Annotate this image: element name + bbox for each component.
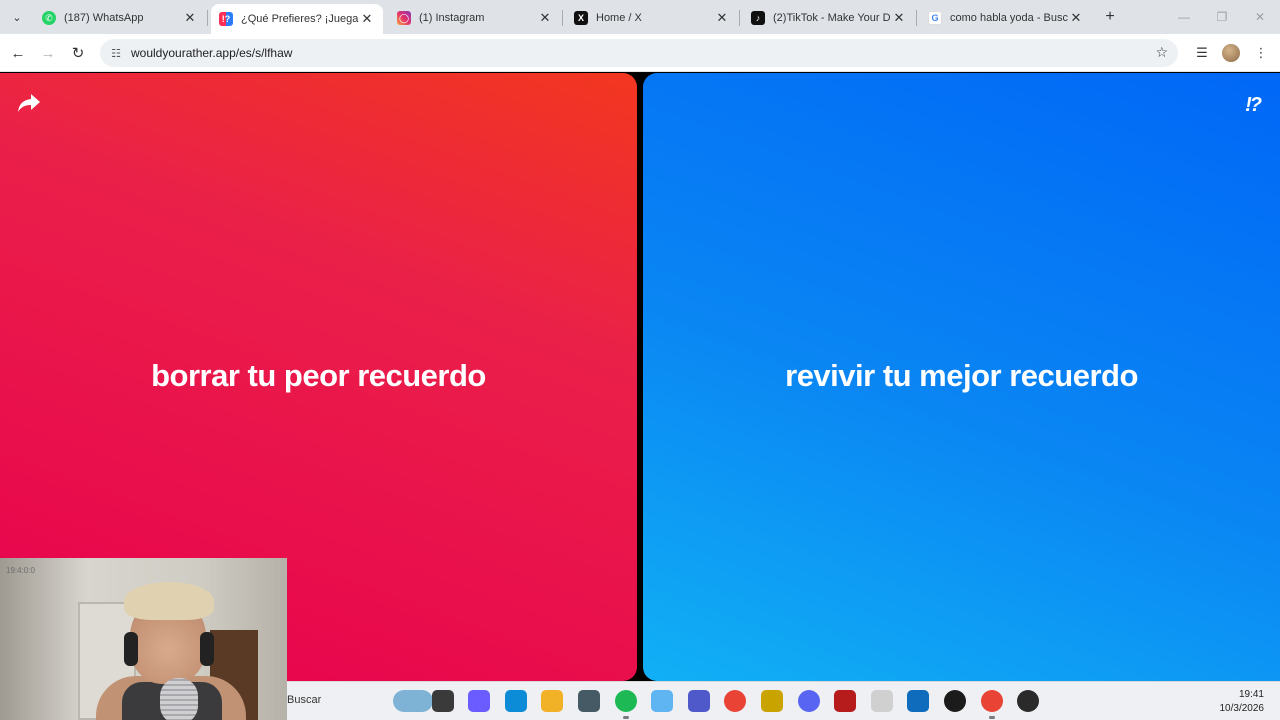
close-icon[interactable]: ✕ — [359, 11, 375, 27]
close-icon[interactable]: ✕ — [537, 10, 553, 26]
app-badge-icon[interactable] — [1017, 690, 1040, 712]
notes-icon[interactable] — [761, 690, 783, 712]
tab-tiktok[interactable]: ♪ (2)TikTok - Make Your Day ✕ — [743, 4, 915, 32]
edge-icon[interactable] — [504, 690, 527, 712]
tab-whatsapp[interactable]: ✆ (187) WhatsApp ✕ — [34, 4, 206, 32]
close-icon[interactable]: ✕ — [182, 10, 198, 26]
site-settings-icon[interactable]: ☷ — [108, 45, 124, 61]
wouldyourather-logo-icon[interactable]: !? — [1245, 94, 1262, 117]
tab-title: (1) Instagram — [419, 12, 485, 24]
headphones-icon — [200, 632, 214, 666]
widgets-icon[interactable] — [393, 690, 433, 712]
tab-instagram[interactable]: ◯ (1) Instagram ✕ — [389, 4, 561, 32]
document-icon[interactable] — [870, 690, 893, 712]
x-icon: X — [574, 11, 588, 25]
new-tab-icon[interactable]: + — [1100, 7, 1120, 27]
obs-icon[interactable] — [944, 690, 966, 712]
tab-divider — [739, 10, 740, 26]
tab-wouldyourather[interactable]: !? ¿Qué Prefieres? ¡Juega en l ✕ — [211, 4, 383, 34]
share-arrow-icon[interactable] — [16, 91, 42, 115]
tab-divider — [916, 10, 917, 26]
discord-icon[interactable] — [797, 690, 820, 712]
tab-search-chevron-icon[interactable]: ⌄ — [6, 6, 28, 28]
microphone-icon — [160, 678, 198, 720]
browser-toolbar: ← → ↻ ☷ wouldyourather.app/es/s/lfhaw ☆ … — [0, 34, 1280, 72]
task-view-icon[interactable] — [431, 690, 454, 712]
close-icon[interactable]: ✕ — [714, 10, 730, 26]
close-icon[interactable]: ✕ — [891, 10, 907, 26]
file-explorer-icon[interactable] — [541, 690, 564, 712]
tab-title: Home / X — [596, 12, 642, 24]
onedrive-icon[interactable] — [651, 690, 674, 712]
system-clock[interactable]: 19:41 10/3/2026 — [1220, 688, 1265, 716]
calculator-icon[interactable] — [578, 690, 600, 712]
copilot-icon[interactable] — [468, 690, 491, 712]
maximize-icon[interactable]: ❐ — [1202, 0, 1242, 34]
webcam-overlay: 19:4:0:0 — [0, 558, 287, 720]
game-icon[interactable] — [834, 690, 857, 712]
tab-title: ¿Qué Prefieres? ¡Juega en l — [241, 13, 359, 25]
tab-google-search[interactable]: G como habla yoda - Buscar ✕ — [920, 4, 1092, 32]
headphones-icon — [124, 632, 138, 666]
outlook-icon[interactable] — [907, 690, 930, 712]
address-bar[interactable]: ☷ wouldyourather.app/es/s/lfhaw ☆ — [100, 39, 1178, 67]
window-close-icon[interactable]: ✕ — [1240, 0, 1280, 34]
option-right-panel[interactable]: !? revivir tu mejor recuerdo — [643, 73, 1280, 681]
option-left-text: borrar tu peor recuerdo — [151, 358, 486, 393]
taskbar-search[interactable]: Buscar — [287, 694, 321, 706]
tab-title: (187) WhatsApp — [64, 12, 144, 24]
instagram-icon: ◯ — [397, 11, 411, 25]
tab-title: (2)TikTok - Make Your Day — [773, 12, 891, 24]
chrome-icon[interactable] — [724, 690, 747, 712]
reload-icon[interactable]: ↻ — [67, 42, 89, 64]
media-controls-icon[interactable]: ☰ — [1191, 42, 1213, 64]
whatsapp-icon: ✆ — [42, 11, 56, 25]
back-arrow-icon[interactable]: ← — [7, 42, 29, 64]
tab-divider — [207, 10, 208, 26]
tab-title: como habla yoda - Buscar — [950, 12, 1068, 24]
bookmark-star-icon[interactable]: ☆ — [1155, 44, 1168, 61]
running-indicator — [622, 716, 629, 719]
avatar-icon — [1222, 44, 1240, 62]
clock-date: 10/3/2026 — [1219, 703, 1265, 714]
option-right-text: revivir tu mejor recuerdo — [785, 358, 1138, 393]
profile-avatar[interactable] — [1220, 42, 1242, 64]
spotify-icon[interactable] — [614, 690, 637, 712]
teams-icon[interactable] — [687, 690, 710, 712]
browser-tab-strip: ⌄ ✆ (187) WhatsApp ✕ !? ¿Qué Prefieres? … — [0, 0, 1280, 34]
running-indicator — [988, 716, 995, 719]
forward-arrow-icon[interactable]: → — [37, 42, 59, 64]
chrome-profile-icon[interactable] — [980, 690, 1003, 712]
windows-taskbar: Buscar 19:41 10/3/2026 — [287, 681, 1280, 720]
more-menu-icon[interactable]: ⋮ — [1250, 42, 1272, 64]
tiktok-icon: ♪ — [751, 11, 765, 25]
webcam-person-hair — [124, 582, 214, 620]
google-icon: G — [928, 11, 942, 25]
tab-divider — [562, 10, 563, 26]
close-icon[interactable]: ✕ — [1068, 10, 1084, 26]
url-text[interactable]: wouldyourather.app/es/s/lfhaw — [131, 46, 292, 60]
webcam-timestamp: 19:4:0:0 — [6, 566, 35, 575]
wouldyourather-icon: !? — [219, 12, 233, 26]
clock-time: 19:41 — [1238, 689, 1264, 700]
minimize-icon[interactable]: — — [1164, 0, 1204, 34]
tab-x[interactable]: X Home / X ✕ — [566, 4, 738, 32]
